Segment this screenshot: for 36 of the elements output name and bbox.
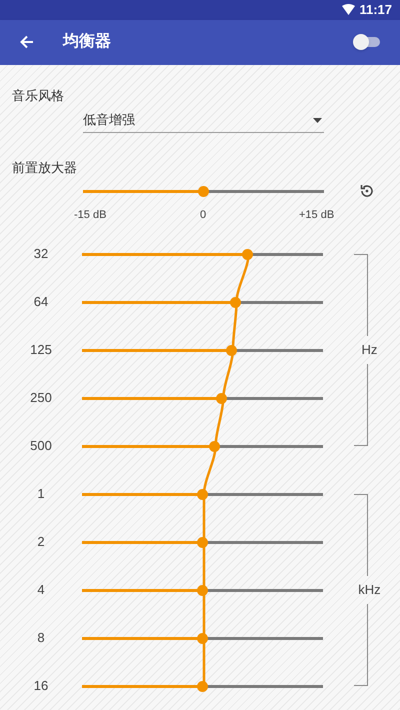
slider-thumb[interactable] <box>226 344 237 356</box>
scale-label: +15 dB <box>299 208 334 223</box>
band-label: 16 <box>32 677 50 696</box>
reset-icon[interactable] <box>359 183 375 199</box>
band-label: 64 <box>32 293 50 312</box>
wifi-icon <box>342 4 356 16</box>
toggle-switch[interactable] <box>356 37 380 48</box>
slider-thumb[interactable] <box>197 680 208 692</box>
slider-thumb[interactable] <box>197 632 208 644</box>
slider-thumb[interactable] <box>216 392 228 404</box>
slider-thumb[interactable] <box>197 536 208 548</box>
screen-title: 均衡器 <box>63 32 111 52</box>
slider-thumb[interactable] <box>230 296 241 308</box>
unit-label: kHz <box>358 581 381 600</box>
slider-thumb[interactable] <box>208 440 220 452</box>
slider-thumb[interactable] <box>197 488 208 500</box>
scale-label: 0 <box>200 208 206 223</box>
section-label: 音乐风格 <box>12 87 65 105</box>
section-label: 前置放大器 <box>12 158 78 176</box>
band-label: 250 <box>29 389 53 408</box>
unit-label: Hz <box>362 341 378 360</box>
style-dropdown[interactable]: 低音增强 <box>83 108 324 132</box>
band-label: 4 <box>36 581 46 600</box>
scale-label: -15 dB <box>74 208 106 223</box>
slider-thumb[interactable] <box>242 248 253 260</box>
band-label: 32 <box>32 245 50 264</box>
slider-thumb[interactable] <box>198 186 209 196</box>
caret-icon <box>313 118 322 122</box>
band-label: 500 <box>29 437 53 456</box>
band-label: 2 <box>36 533 46 552</box>
slider-thumb[interactable] <box>197 584 208 596</box>
band-label: 125 <box>29 341 53 360</box>
band-label: 8 <box>36 629 46 648</box>
back-icon[interactable] <box>20 35 34 50</box>
clock: 11:17 <box>359 1 392 19</box>
band-label: 1 <box>36 485 46 504</box>
